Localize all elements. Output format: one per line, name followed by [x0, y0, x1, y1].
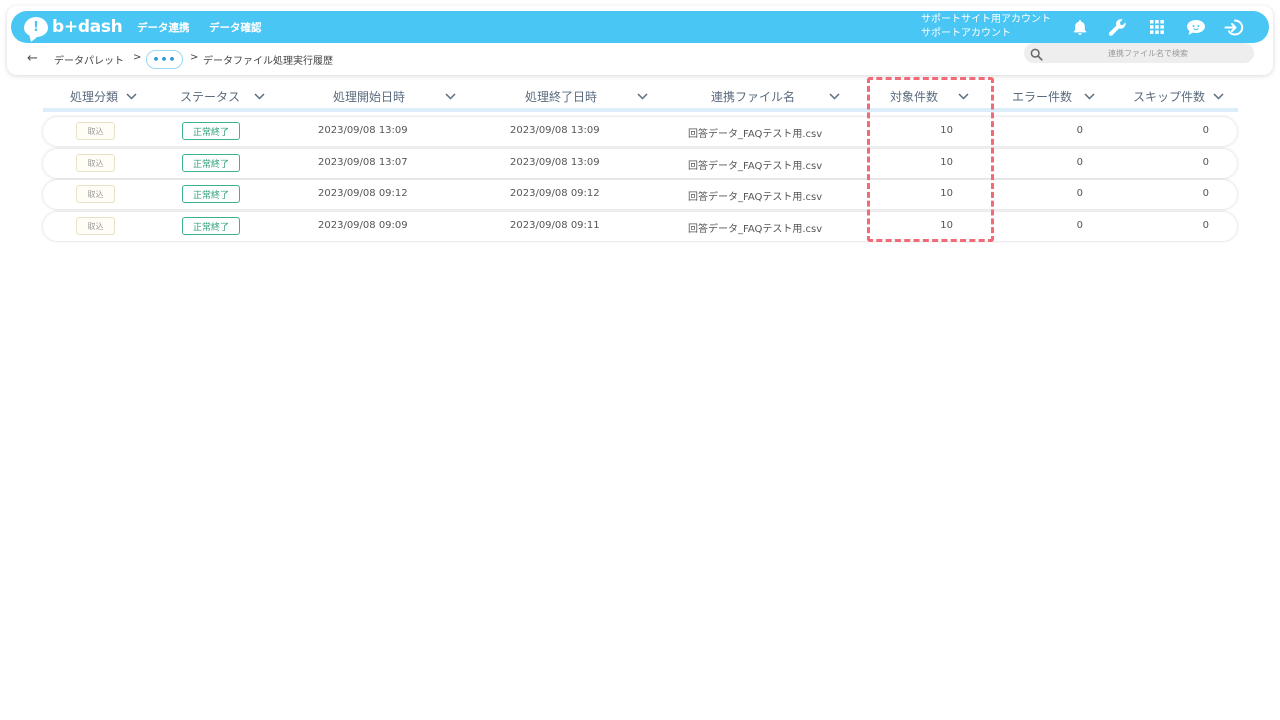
column-header-label: 対象件数: [890, 89, 939, 104]
target-count-cell: 10: [940, 188, 953, 199]
type-badge: 取込: [76, 122, 115, 140]
skip-count-cell: 0: [1202, 125, 1209, 136]
grid-icon[interactable]: [1147, 17, 1167, 37]
table-row[interactable]: 取込 正常終了 2023/09/08 13:07 2023/09/08 13:0…: [43, 149, 1237, 178]
account-name: サポートサイト用アカウント: [921, 14, 1051, 25]
skip-count-cell: 0: [1202, 188, 1209, 199]
wrench-icon[interactable]: [1107, 17, 1127, 37]
column-header-start-time[interactable]: 処理開始日時: [333, 88, 456, 104]
end-time-cell: 2023/09/08 09:12: [510, 188, 600, 199]
status-badge: 正常終了: [182, 154, 240, 172]
type-badge: 取込: [76, 185, 115, 203]
column-header-label: ステータス: [180, 89, 241, 104]
start-time-cell: 2023/09/08 13:07: [318, 157, 408, 168]
chevron-down-icon: [1084, 92, 1095, 100]
table-header-divider: [43, 108, 1238, 112]
account-user: サポートアカウント: [921, 28, 1011, 39]
error-count-cell: 0: [1076, 157, 1083, 168]
table-row[interactable]: 取込 正常終了 2023/09/08 13:09 2023/09/08 13:0…: [43, 117, 1237, 146]
chevron-down-icon: [445, 92, 456, 100]
end-time-cell: 2023/09/08 13:09: [510, 125, 600, 136]
type-badge: 取込: [76, 154, 115, 172]
nav-data-check[interactable]: データ確認: [209, 20, 262, 35]
back-arrow-icon[interactable]: ←: [27, 51, 38, 66]
file-name-cell: 回答データ_FAQテスト用.csv: [688, 161, 823, 172]
type-badge: 取込: [76, 217, 115, 235]
nav-data-integration[interactable]: データ連携: [137, 20, 190, 35]
column-header-label: 連携ファイル名: [711, 89, 796, 104]
chevron-down-icon: [1213, 92, 1224, 100]
column-header-label: 処理開始日時: [333, 89, 406, 104]
end-time-cell: 2023/09/08 09:11: [510, 220, 600, 231]
skip-count-cell: 0: [1202, 220, 1209, 231]
chevron-down-icon: [126, 92, 137, 100]
chevron-down-icon: [254, 92, 265, 100]
column-header-label: エラー件数: [1012, 89, 1073, 104]
logout-icon[interactable]: [1223, 17, 1245, 37]
bell-icon[interactable]: [1070, 17, 1090, 37]
end-time-cell: 2023/09/08 13:09: [510, 157, 600, 168]
column-header-skip-count[interactable]: スキップ件数: [1133, 88, 1224, 104]
breadcrumb-current-page: データファイル処理実行履歴: [203, 56, 333, 67]
status-badge: 正常終了: [182, 217, 240, 235]
start-time-cell: 2023/09/08 09:09: [318, 220, 408, 231]
breadcrumb-more-button[interactable]: •••: [146, 50, 183, 69]
error-count-cell: 0: [1076, 125, 1083, 136]
column-header-error-count[interactable]: エラー件数: [1012, 88, 1095, 104]
top-nav-bar: ! b+dash データ連携 データ確認 サポートサイト用アカウント サポートア…: [11, 11, 1269, 43]
breadcrumb-separator: >: [133, 52, 142, 63]
table-row[interactable]: 取込 正常終了 2023/09/08 09:12 2023/09/08 09:1…: [43, 180, 1237, 209]
file-name-cell: 回答データ_FAQテスト用.csv: [688, 224, 823, 235]
error-count-cell: 0: [1076, 220, 1083, 231]
breadcrumb-data-palette[interactable]: データパレット: [54, 52, 124, 67]
logo[interactable]: ! b+dash: [24, 15, 123, 39]
logo-text: b+dash: [52, 17, 123, 37]
table-row[interactable]: 取込 正常終了 2023/09/08 09:09 2023/09/08 09:1…: [43, 212, 1237, 241]
skip-count-cell: 0: [1202, 157, 1209, 168]
column-header-label: 処理分類: [70, 89, 119, 104]
column-header-file-name[interactable]: 連携ファイル名: [711, 88, 840, 104]
error-count-cell: 0: [1076, 188, 1083, 199]
column-header-target-count[interactable]: 対象件数: [890, 88, 969, 104]
column-header-label: 処理終了日時: [525, 89, 598, 104]
start-time-cell: 2023/09/08 09:12: [318, 188, 408, 199]
target-count-cell: 10: [940, 125, 953, 136]
chevron-down-icon: [637, 92, 648, 100]
account-info[interactable]: サポートサイト用アカウント サポートアカウント: [921, 13, 1051, 41]
target-count-cell: 10: [940, 157, 953, 168]
file-name-cell: 回答データ_FAQテスト用.csv: [688, 129, 823, 140]
status-badge: 正常終了: [182, 185, 240, 203]
start-time-cell: 2023/09/08 13:09: [318, 125, 408, 136]
column-header-status[interactable]: ステータス: [180, 88, 265, 104]
search-input[interactable]: [1048, 43, 1248, 63]
status-badge: 正常終了: [182, 122, 240, 140]
search-icon: [1030, 46, 1044, 61]
file-name-cell: 回答データ_FAQテスト用.csv: [688, 192, 823, 203]
column-header-type[interactable]: 処理分類: [70, 88, 137, 104]
header-card: ! b+dash データ連携 データ確認 サポートサイト用アカウント サポートア…: [7, 6, 1273, 75]
chevron-down-icon: [829, 92, 840, 100]
target-count-cell: 10: [940, 220, 953, 231]
breadcrumb-separator: >: [190, 52, 199, 63]
chevron-down-icon: [958, 92, 969, 100]
column-header-end-time[interactable]: 処理終了日時: [525, 88, 648, 104]
logo-bubble-icon: !: [24, 17, 48, 37]
column-header-label: スキップ件数: [1133, 89, 1206, 104]
chat-face-icon[interactable]: [1184, 17, 1208, 37]
